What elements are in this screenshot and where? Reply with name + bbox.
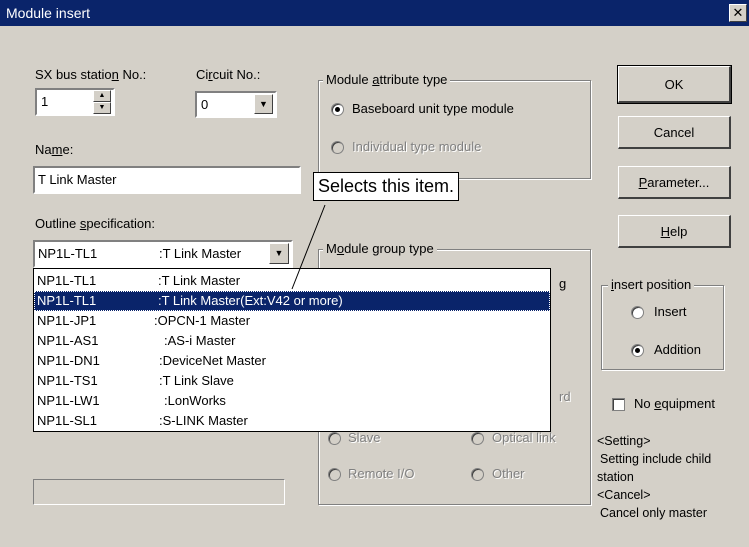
insert-position-legend: insert position [608,277,695,292]
insert-label: Insert [654,304,687,319]
addition-label: Addition [654,342,701,357]
callout-box: Selects this item. [313,172,460,201]
insert-radio[interactable] [631,306,644,319]
addition-radio[interactable] [631,344,644,357]
help-button[interactable]: Help [618,215,731,248]
cancel-button[interactable]: Cancel [618,116,731,149]
parameter-button[interactable]: Parameter... [618,166,731,199]
callout-text: Selects this item. [318,176,455,196]
insert-position-group [601,285,724,370]
ok-button[interactable]: OK [617,65,732,104]
no-equipment-label: No equipment [634,396,715,411]
no-equipment-checkbox[interactable] [612,398,625,411]
notes-text: <Setting> Setting include child station … [597,434,712,520]
radio-selected-dot [635,348,640,353]
